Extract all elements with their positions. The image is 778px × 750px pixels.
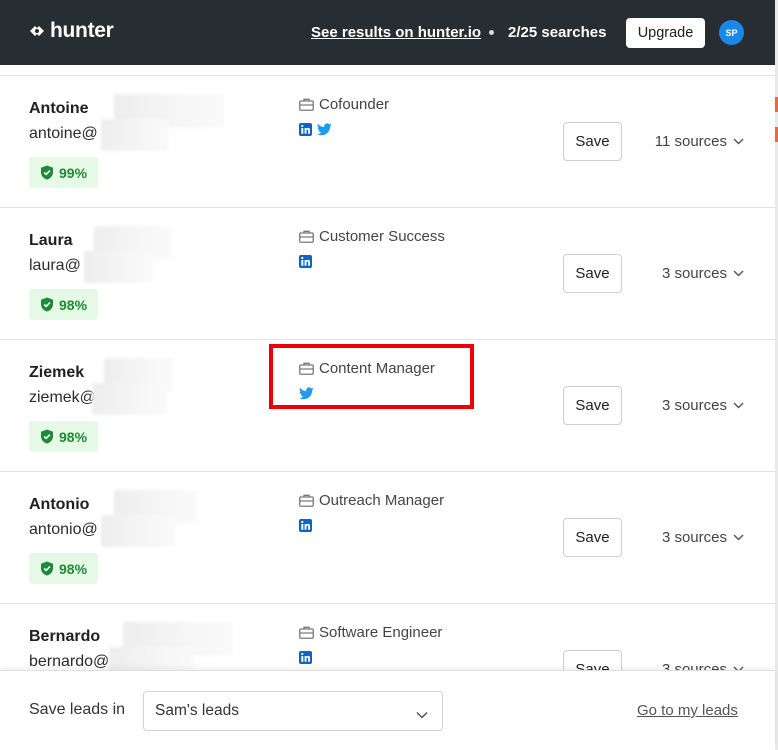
chevron-down-icon bbox=[733, 138, 744, 145]
footer-bar: Save leads in Sam's leads Go to my leads bbox=[0, 670, 775, 750]
briefcase-icon bbox=[299, 362, 314, 375]
lead-position: Customer Success bbox=[299, 228, 445, 245]
leads-list: Antoine antoine@ 99% Cofounder Save 11 s… bbox=[0, 75, 775, 680]
confidence-score: 98% bbox=[59, 296, 88, 313]
position-title: Outreach Manager bbox=[319, 492, 445, 509]
lead-name: Bernardo bbox=[29, 628, 101, 645]
twitter-icon[interactable] bbox=[316, 123, 332, 141]
see-results-link[interactable]: See results on hunter.io bbox=[311, 24, 481, 41]
chevron-down-icon bbox=[733, 534, 744, 541]
leads-list-select[interactable]: Sam's leads bbox=[143, 691, 443, 731]
social-links bbox=[298, 387, 314, 405]
shield-check-icon bbox=[41, 429, 53, 444]
linkedin-icon[interactable] bbox=[299, 651, 312, 669]
logo-text: hunter bbox=[50, 19, 114, 42]
social-links bbox=[299, 651, 312, 669]
briefcase-icon bbox=[299, 230, 314, 243]
top-bar: hunter See results on hunter.io 2/25 sea… bbox=[0, 0, 775, 65]
linkedin-icon[interactable] bbox=[299, 123, 312, 141]
search-count: 2/25 searches bbox=[508, 24, 607, 41]
lead-email[interactable]: bernardo@ bbox=[29, 653, 109, 671]
sources-count: 11 sources bbox=[654, 133, 727, 150]
avatar[interactable]: SP bbox=[719, 20, 744, 45]
confidence-score: 98% bbox=[59, 560, 88, 577]
lead-row: Bernardo bernardo@ Software Engineer Sav… bbox=[0, 604, 775, 680]
lead-position: Cofounder bbox=[299, 96, 389, 113]
linkedin-icon[interactable] bbox=[299, 519, 312, 537]
lead-name: Laura bbox=[29, 232, 73, 249]
social-links bbox=[299, 255, 312, 273]
lead-position: Content Manager bbox=[299, 360, 435, 377]
save-lead-button[interactable]: Save bbox=[563, 518, 622, 557]
redacted-domain bbox=[100, 515, 176, 547]
confidence-score: 98% bbox=[59, 428, 88, 445]
chevron-down-icon bbox=[733, 402, 744, 409]
confidence-score: 99% bbox=[59, 164, 88, 181]
linkedin-icon[interactable] bbox=[299, 255, 312, 273]
shield-check-icon bbox=[41, 297, 53, 312]
sources-dropdown[interactable]: 3 sources bbox=[662, 397, 744, 414]
position-title: Software Engineer bbox=[319, 624, 443, 641]
redacted-domain bbox=[83, 251, 154, 283]
save-lead-button[interactable]: Save bbox=[563, 122, 622, 161]
lead-name: Antoine bbox=[29, 100, 89, 117]
redacted-domain bbox=[100, 119, 169, 151]
lead-row: Laura laura@ 98% Customer Success Save 3… bbox=[0, 208, 775, 340]
lead-name: Ziemek bbox=[29, 364, 85, 381]
confidence-badge: 98% bbox=[29, 553, 99, 584]
social-links bbox=[299, 123, 332, 141]
lead-email[interactable]: ziemek@ bbox=[29, 389, 96, 407]
save-lead-button[interactable]: Save bbox=[563, 386, 622, 425]
hunter-logo-icon bbox=[28, 22, 46, 40]
briefcase-icon bbox=[299, 98, 314, 111]
save-lead-button[interactable]: Save bbox=[563, 254, 622, 293]
briefcase-icon bbox=[299, 626, 314, 639]
lead-email[interactable]: antonio@ bbox=[29, 521, 98, 539]
chevron-down-icon bbox=[733, 270, 744, 277]
sources-count: 3 sources bbox=[661, 529, 727, 546]
save-leads-label: Save leads in bbox=[29, 701, 126, 718]
lead-row: Ziemek ziemek@ 98% Content Manager Save … bbox=[0, 340, 775, 472]
separator-dot bbox=[489, 30, 494, 35]
go-to-leads-link[interactable]: Go to my leads bbox=[637, 702, 738, 719]
lead-row: Antoine antoine@ 99% Cofounder Save 11 s… bbox=[0, 76, 775, 208]
lead-email[interactable]: antoine@ bbox=[29, 125, 98, 143]
sources-dropdown[interactable]: 3 sources bbox=[662, 529, 744, 546]
sources-count: 3 sources bbox=[661, 265, 727, 282]
chevron-down-icon bbox=[416, 706, 428, 724]
sources-count: 3 sources bbox=[661, 397, 727, 414]
position-title: Cofounder bbox=[319, 96, 390, 113]
sources-dropdown[interactable]: 11 sources bbox=[655, 133, 744, 150]
lead-position: Software Engineer bbox=[299, 624, 442, 641]
twitter-icon[interactable] bbox=[298, 387, 314, 405]
lead-email[interactable]: laura@ bbox=[29, 257, 81, 275]
redacted-domain bbox=[92, 383, 168, 415]
confidence-badge: 99% bbox=[29, 157, 99, 188]
position-title: Customer Success bbox=[319, 228, 445, 245]
briefcase-icon bbox=[299, 494, 314, 507]
sources-dropdown[interactable]: 3 sources bbox=[662, 265, 744, 282]
upgrade-button[interactable]: Upgrade bbox=[626, 18, 705, 48]
select-value: Sam's leads bbox=[155, 702, 239, 719]
shield-check-icon bbox=[41, 561, 53, 576]
social-links bbox=[299, 519, 312, 537]
lead-row: Antonio antonio@ 98% Outreach Manager Sa… bbox=[0, 472, 775, 604]
lead-position: Outreach Manager bbox=[299, 492, 444, 509]
confidence-badge: 98% bbox=[29, 421, 99, 452]
lead-name: Antonio bbox=[29, 496, 90, 513]
position-title: Content Manager bbox=[319, 360, 435, 377]
shield-check-icon bbox=[41, 165, 53, 180]
confidence-badge: 98% bbox=[29, 289, 99, 320]
hunter-logo[interactable]: hunter bbox=[28, 19, 114, 43]
